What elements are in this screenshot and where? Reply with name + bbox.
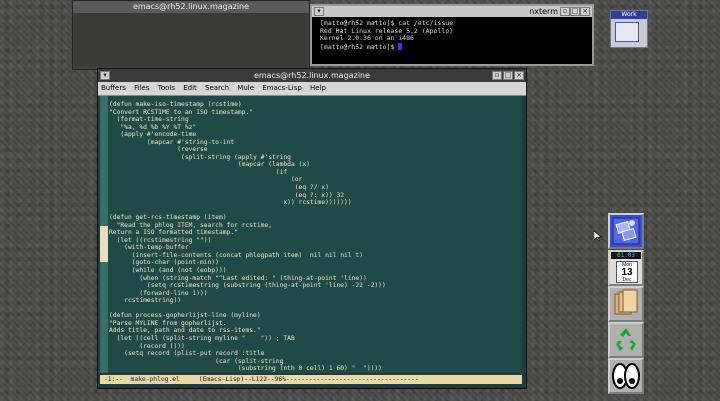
file-manager-icon[interactable] (608, 213, 644, 249)
emacs-scrollbar[interactable] (100, 96, 108, 373)
xterm-titlebar[interactable]: nxterm (312, 6, 592, 17)
pager-label: Work (611, 11, 647, 19)
menu-emacs-lisp[interactable]: Emacs-Lisp (262, 84, 302, 92)
emacs-window[interactable]: emacs@rh52.linux.magazine ▾ ▫ □ × Buffer… (97, 68, 527, 389)
emacs-buffer[interactable]: (defun make-iso-timestamp (rcstime) "Con… (100, 96, 522, 373)
menu-buffers[interactable]: Buffers (101, 84, 126, 92)
menu-search[interactable]: Search (205, 84, 229, 92)
emacs-menubar: Buffers Files Tools Edit Search Mule Ema… (98, 82, 526, 96)
xterm-window[interactable]: nxterm ▾ ▫ □ × [matto@rh52 matto]$ cat /… (310, 4, 594, 66)
xterm-terminal[interactable]: [matto@rh52 matto]$ cat /etc/issue Red Ha… (320, 19, 590, 62)
emacs-title: emacs@rh52.linux.magazine (253, 71, 371, 80)
close-icon[interactable]: × (514, 71, 524, 80)
terminal-line: Kernel 2.0.36 on an i486 (320, 34, 414, 43)
menu-mule[interactable]: Mule (237, 84, 254, 92)
clock-icon: 01:03 Mon 13 Dec (608, 250, 644, 286)
menu-files[interactable]: Files (134, 84, 149, 92)
clock-time: 01:03 (611, 252, 641, 259)
terminal-cursor (398, 42, 403, 50)
maximize-icon[interactable]: □ (503, 71, 513, 80)
window-menu-icon[interactable]: ▾ (100, 71, 110, 80)
xterm-title: nxterm (529, 7, 558, 16)
folders-icon[interactable] (608, 286, 644, 322)
pager-desktop-preview[interactable] (615, 22, 639, 42)
terminal-prompt-line[interactable]: [matto@rh52 matto]$ (320, 42, 590, 52)
menu-edit[interactable]: Edit (183, 84, 197, 92)
emacs-titlebar[interactable]: emacs@rh52.linux.magazine (98, 69, 526, 82)
scrollbar-thumb[interactable] (100, 226, 108, 262)
background-emacs-titlebar[interactable]: emacs@rh52.linux.magazine (73, 1, 309, 13)
workspace-pager[interactable]: Work (610, 10, 648, 48)
xeyes-icon[interactable] (608, 358, 644, 394)
menu-help[interactable]: Help (310, 84, 326, 92)
close-icon[interactable]: × (580, 7, 590, 16)
maximize-icon[interactable]: □ (570, 7, 580, 16)
background-emacs-body (75, 13, 307, 67)
emacs-modeline: -1:-- make-phlog.el (Emacs-Lisp)--L122--… (100, 375, 522, 384)
minimize-icon[interactable]: ▫ (492, 71, 502, 80)
source-code[interactable]: (defun make-iso-timestamp (rcstime) "Con… (109, 101, 520, 373)
recycle-icon[interactable] (608, 322, 644, 358)
minimize-icon[interactable]: ▫ (560, 7, 570, 16)
mouse-pointer-icon (594, 231, 602, 241)
clock-month: Dec (622, 277, 632, 283)
background-emacs-window[interactable]: emacs@rh52.linux.magazine (72, 0, 310, 70)
menu-tools[interactable]: Tools (158, 84, 175, 92)
window-menu-icon[interactable]: ▾ (314, 7, 324, 16)
